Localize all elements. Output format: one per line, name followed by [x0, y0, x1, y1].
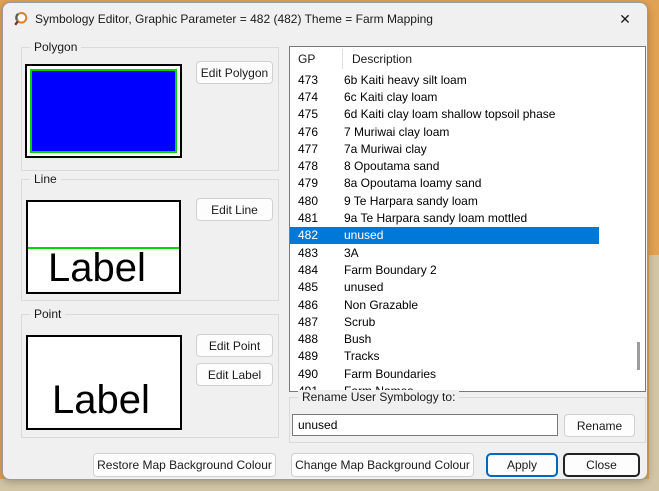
list-row-description: 7a Muriwai clay	[344, 141, 427, 156]
list-row[interactable]: 489 Tracks	[290, 348, 599, 365]
symbology-list[interactable]: GP Description 473 6b Kaiti heavy silt l…	[289, 46, 646, 392]
list-row[interactable]: 488 Bush	[290, 330, 599, 347]
list-row[interactable]: 484 Farm Boundary 2	[290, 261, 599, 278]
edit-line-button[interactable]: Edit Line	[196, 198, 273, 221]
column-header-gp[interactable]: GP	[290, 52, 342, 66]
list-row-description: Tracks	[344, 349, 380, 364]
list-row-gp: 477	[298, 141, 319, 156]
list-row-description: 6c Kaiti clay loam	[344, 89, 438, 104]
list-row-description: 6b Kaiti heavy silt loam	[344, 72, 467, 87]
list-row-gp: 480	[298, 193, 319, 208]
polygon-group-label: Polygon	[30, 40, 82, 55]
list-row-description: 8 Opoutama sand	[344, 159, 440, 174]
list-row[interactable]: 478 8 Opoutama sand	[290, 157, 599, 174]
list-row-gp: 474	[298, 89, 319, 104]
list-row[interactable]: 483 3A	[290, 244, 599, 261]
apply-button[interactable]: Apply	[486, 453, 558, 477]
list-row-description: 6d Kaiti clay loam shallow topsoil phase	[344, 107, 556, 122]
background-strip-bottom	[0, 479, 659, 491]
line-group-label: Line	[30, 172, 61, 187]
list-row-gp: 485	[298, 280, 319, 295]
list-header[interactable]: GP Description	[290, 47, 645, 71]
list-row-gp: 473	[298, 72, 319, 87]
list-row-description: 7 Muriwai clay loam	[344, 124, 450, 139]
list-row-description: 9a Te Harpara sandy loam mottled	[344, 211, 528, 226]
window-title: Symbology Editor, Graphic Parameter = 48…	[35, 12, 433, 26]
point-preview: Label	[26, 335, 182, 430]
list-row[interactable]: 479 8a Opoutama loamy sand	[290, 175, 599, 192]
list-row-description: 8a Opoutama loamy sand	[344, 176, 482, 191]
change-map-background-colour-button[interactable]: Change Map Background Colour	[291, 453, 474, 477]
list-row-description: Farm Boundaries	[344, 366, 437, 381]
polygon-preview	[25, 64, 182, 158]
list-row-gp: 487	[298, 314, 319, 329]
list-row[interactable]: 486 Non Grazable	[290, 296, 599, 313]
list-row[interactable]: 481 9a Te Harpara sandy loam mottled	[290, 209, 599, 226]
rename-input[interactable]	[292, 414, 558, 436]
edit-label-button[interactable]: Edit Label	[196, 363, 273, 386]
edit-polygon-button[interactable]: Edit Polygon	[196, 61, 273, 84]
list-row[interactable]: 475 6d Kaiti clay loam shallow topsoil p…	[290, 106, 599, 123]
list-row-gp: 476	[298, 124, 319, 139]
list-row-description: 9 Te Harpara sandy loam	[344, 193, 478, 208]
point-group-label: Point	[30, 307, 66, 322]
list-row-gp: 481	[298, 211, 319, 226]
list-row-gp: 484	[298, 262, 319, 277]
list-row-gp: 490	[298, 366, 319, 381]
list-row[interactable]: 476 7 Muriwai clay loam	[290, 123, 599, 140]
list-row[interactable]: 490 Farm Boundaries	[290, 365, 599, 382]
rename-group-label: Rename User Symbology to:	[298, 390, 460, 405]
list-row-gp: 483	[298, 245, 319, 260]
list-row[interactable]: 477 7a Muriwai clay	[290, 140, 599, 157]
column-divider[interactable]	[342, 49, 343, 69]
list-row-description: Scrub	[344, 314, 376, 329]
list-row[interactable]: 480 9 Te Harpara sandy loam	[290, 192, 599, 209]
list-row-description: Non Grazable	[344, 297, 419, 312]
list-row[interactable]: 487 Scrub	[290, 313, 599, 330]
point-preview-label-text: Label	[52, 378, 150, 422]
list-row-gp: 486	[298, 297, 319, 312]
list-row-gp: 482	[298, 228, 319, 243]
list-row[interactable]: 473 6b Kaiti heavy silt loam	[290, 71, 599, 88]
app-logo-icon	[14, 12, 28, 26]
title-bar[interactable]: Symbology Editor, Graphic Parameter = 48…	[3, 3, 647, 35]
polygon-preview-fill	[32, 71, 175, 151]
list-row-description: Bush	[344, 332, 372, 347]
close-button[interactable]: Close	[563, 453, 640, 477]
close-window-button[interactable]: ✕	[603, 3, 647, 35]
list-row-gp: 488	[298, 332, 319, 347]
list-row-description: Farm Boundary 2	[344, 262, 437, 277]
vertical-scrollbar-thumb[interactable]	[637, 342, 640, 370]
list-row[interactable]: 474 6c Kaiti clay loam	[290, 88, 599, 105]
list-row-description: 3A	[344, 245, 359, 260]
line-preview: Label	[26, 200, 181, 294]
symbology-editor-dialog: Symbology Editor, Graphic Parameter = 48…	[2, 2, 648, 480]
list-row-gp: 475	[298, 107, 319, 122]
symbology-list-rows[interactable]: 473 6b Kaiti heavy silt loam 474 6c Kait…	[290, 71, 645, 391]
list-row-gp: 479	[298, 176, 319, 191]
restore-map-background-colour-button[interactable]: Restore Map Background Colour	[93, 453, 276, 477]
list-row[interactable]: 485 unused	[290, 279, 599, 296]
list-row-description: unused	[344, 280, 384, 295]
polygon-preview-outline	[30, 69, 177, 153]
list-row[interactable]: 482 unused	[290, 226, 599, 244]
list-row-gp: 489	[298, 349, 319, 364]
column-header-description[interactable]: Description	[342, 52, 412, 66]
rename-button[interactable]: Rename	[564, 414, 635, 437]
line-preview-label-text: Label	[48, 246, 146, 290]
close-icon: ✕	[619, 10, 631, 27]
list-row-description: unused	[344, 228, 384, 243]
list-row-gp: 478	[298, 159, 319, 174]
edit-point-button[interactable]: Edit Point	[196, 334, 273, 357]
background-strip-right	[649, 255, 659, 491]
